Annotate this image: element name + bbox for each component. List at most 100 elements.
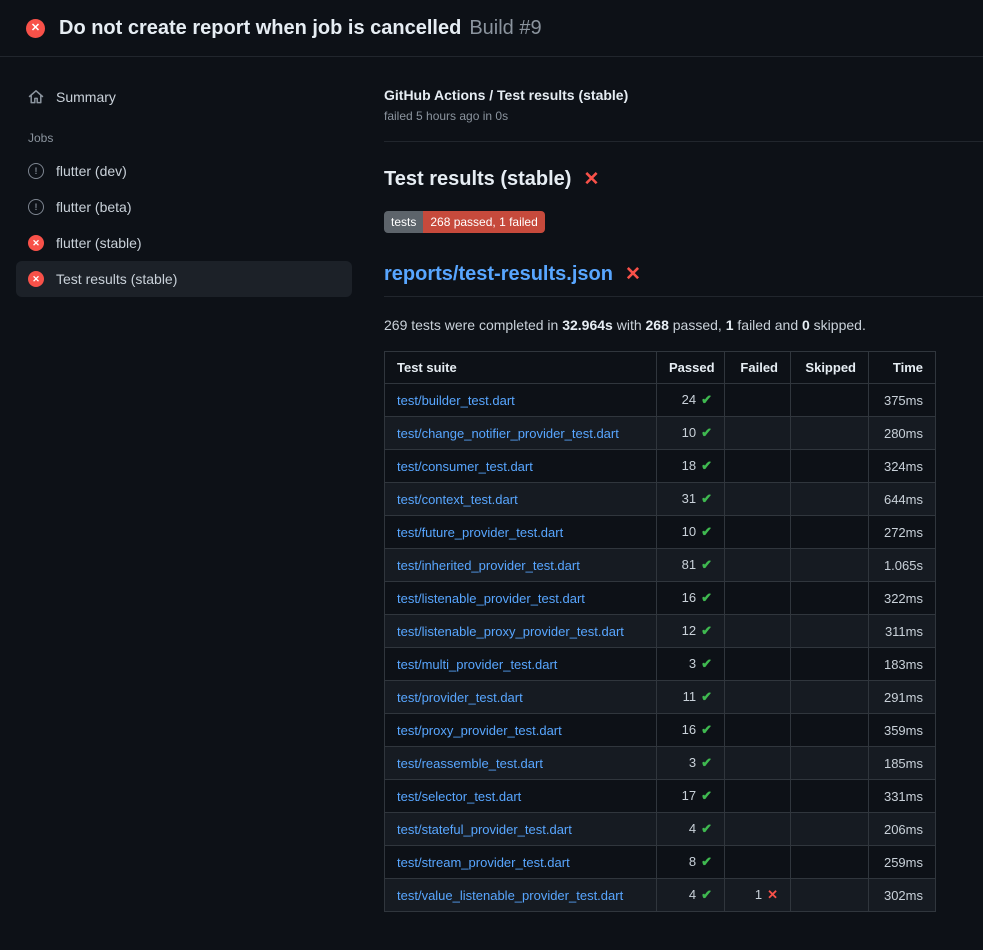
test-suite-link[interactable]: test/future_provider_test.dart [397, 525, 563, 540]
summary-segment: 268 [646, 317, 669, 333]
passed-count: 81 [682, 557, 696, 572]
time-cell: 280ms [869, 417, 936, 450]
test-suite-link[interactable]: test/proxy_provider_test.dart [397, 723, 562, 738]
failed-x-icon: ✕ [625, 263, 641, 286]
summary-segment: 269 tests were completed in [384, 317, 562, 333]
alert-circle-icon: ! [28, 163, 44, 179]
test-suite-link[interactable]: test/multi_provider_test.dart [397, 657, 557, 672]
check-icon: ✔ [701, 722, 712, 737]
time-cell: 272ms [869, 516, 936, 549]
status-line: failed 5 hours ago in 0s [384, 109, 951, 123]
sidebar-item-flutter-stable[interactable]: ✕ flutter (stable) [16, 225, 352, 261]
divider [384, 141, 983, 142]
skipped-cell [791, 747, 869, 780]
time-cell: 206ms [869, 813, 936, 846]
table-row: test/stream_provider_test.dart 8✔ 259ms [385, 846, 936, 879]
summary-sentence: 269 tests were completed in 32.964s with… [384, 317, 951, 333]
suite-cell: test/context_test.dart [385, 483, 657, 516]
job-label: Test results (stable) [56, 271, 177, 287]
badge-value: 268 passed, 1 failed [423, 211, 544, 233]
skipped-cell [791, 615, 869, 648]
test-suite-link[interactable]: test/selector_test.dart [397, 789, 521, 804]
suite-cell: test/inherited_provider_test.dart [385, 549, 657, 582]
suite-cell: test/proxy_provider_test.dart [385, 714, 657, 747]
sidebar-item-summary[interactable]: Summary [16, 79, 352, 115]
time-value: 644ms [884, 492, 923, 507]
test-suite-link[interactable]: test/change_notifier_provider_test.dart [397, 426, 619, 441]
failed-cell [725, 450, 791, 483]
passed-cell: 4✔ [657, 813, 725, 846]
skipped-cell [791, 813, 869, 846]
passed-cell: 3✔ [657, 747, 725, 780]
check-icon: ✔ [701, 623, 712, 638]
test-suite-link[interactable]: test/context_test.dart [397, 492, 518, 507]
time-value: 324ms [884, 459, 923, 474]
test-suite-link[interactable]: test/stream_provider_test.dart [397, 855, 570, 870]
test-suite-link[interactable]: test/listenable_provider_test.dart [397, 591, 585, 606]
check-icon: ✔ [701, 656, 712, 671]
failed-cell [725, 648, 791, 681]
results-table-head: Test suite Passed Failed Skipped Time [385, 352, 936, 384]
test-suite-link[interactable]: test/reassemble_test.dart [397, 756, 543, 771]
test-suite-link[interactable]: test/inherited_provider_test.dart [397, 558, 580, 573]
failed-cell [725, 813, 791, 846]
passed-count: 10 [682, 425, 696, 440]
skipped-cell [791, 681, 869, 714]
test-suite-link[interactable]: test/stateful_provider_test.dart [397, 822, 572, 837]
failed-cell [725, 615, 791, 648]
suite-cell: test/builder_test.dart [385, 384, 657, 417]
passed-count: 18 [682, 458, 696, 473]
skipped-cell [791, 714, 869, 747]
passed-cell: 31✔ [657, 483, 725, 516]
passed-count: 11 [683, 689, 697, 704]
suite-cell: test/future_provider_test.dart [385, 516, 657, 549]
table-row: test/future_provider_test.dart 10✔ 272ms [385, 516, 936, 549]
results-table-body: test/builder_test.dart 24✔ 375ms test/ch… [385, 384, 936, 912]
header-row: Test suite Passed Failed Skipped Time [385, 352, 936, 384]
summary-segment: 1 [726, 317, 734, 333]
time-value: 302ms [884, 888, 923, 903]
test-suite-link[interactable]: test/consumer_test.dart [397, 459, 533, 474]
sidebar-item-flutter-dev[interactable]: ! flutter (dev) [16, 153, 352, 189]
summary-segment: 32.964s [562, 317, 613, 333]
report-link[interactable]: reports/test-results.json [384, 263, 613, 286]
test-suite-link[interactable]: test/provider_test.dart [397, 690, 523, 705]
suite-cell: test/provider_test.dart [385, 681, 657, 714]
passed-count: 12 [682, 623, 696, 638]
check-title-heading: Test results (stable) ✕ [384, 168, 951, 191]
test-suite-link[interactable]: test/builder_test.dart [397, 393, 515, 408]
table-row: test/listenable_proxy_provider_test.dart… [385, 615, 936, 648]
test-suite-link[interactable]: test/listenable_proxy_provider_test.dart [397, 624, 624, 639]
failed-cell [725, 483, 791, 516]
sidebar-item-flutter-beta[interactable]: ! flutter (beta) [16, 189, 352, 225]
build-number: Build #9 [469, 17, 541, 39]
time-cell: 331ms [869, 780, 936, 813]
job-label: flutter (dev) [56, 163, 127, 179]
skipped-cell [791, 516, 869, 549]
test-suite-link[interactable]: test/value_listenable_provider_test.dart [397, 888, 623, 903]
failed-cell [725, 582, 791, 615]
x-circle-icon: ✕ [28, 271, 44, 287]
skipped-cell [791, 450, 869, 483]
suite-cell: test/reassemble_test.dart [385, 747, 657, 780]
sidebar-item-test-results-stable[interactable]: ✕ Test results (stable) [16, 261, 352, 297]
summary-segment: with [613, 317, 646, 333]
passed-cell: 12 ✔ [657, 615, 725, 648]
column-header-passed: Passed [657, 352, 725, 384]
time-value: 322ms [884, 591, 923, 606]
check-icon: ✔ [701, 755, 712, 770]
time-value: 183ms [884, 657, 923, 672]
passed-cell: 10✔ [657, 516, 725, 549]
job-label: flutter (beta) [56, 199, 131, 215]
table-row: test/consumer_test.dart 18✔ 324ms [385, 450, 936, 483]
passed-count: 17 [682, 788, 696, 803]
check-icon: ✔ [701, 788, 712, 803]
time-value: 311ms [885, 624, 923, 639]
suite-cell: test/consumer_test.dart [385, 450, 657, 483]
time-cell: 375ms [869, 384, 936, 417]
table-row: test/context_test.dart 31✔ 644ms [385, 483, 936, 516]
failed-cell [725, 714, 791, 747]
skipped-cell [791, 846, 869, 879]
failed-cell [725, 780, 791, 813]
summary-segment: failed and [734, 317, 803, 333]
